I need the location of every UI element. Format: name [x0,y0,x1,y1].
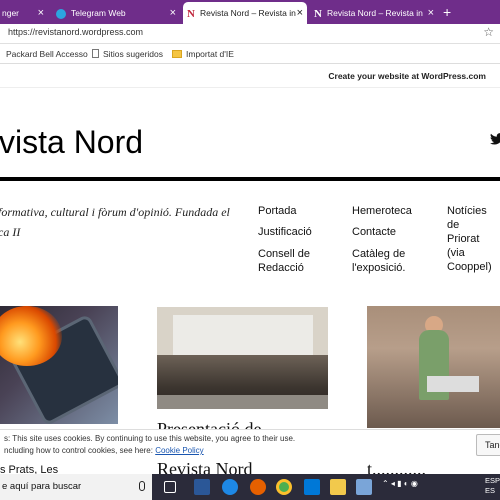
edge-icon[interactable] [222,479,238,495]
close-tab-icon[interactable]: × [170,2,176,24]
bookmarks-bar: Packard Bell Accesso Sitios sugeridos Im… [0,44,500,64]
tab-revista-nord-active[interactable]: N Revista Nord – Revista in × [183,2,307,24]
close-tab-icon[interactable]: × [428,2,434,24]
cookie-policy-link[interactable]: Cookie Policy [155,446,203,455]
star-bookmark-icon[interactable]: ☆ [483,25,494,39]
file-explorer-icon[interactable] [330,479,346,495]
tab-telegram[interactable]: Telegram Web × [52,2,180,24]
word-icon[interactable] [194,479,210,495]
cookie-close-button[interactable]: Tanc [476,434,500,456]
tab-label: Telegram Web [71,8,126,18]
address-url[interactable]: https://revistanord.wordpress.com [8,27,143,37]
menu-noticies[interactable]: Notícies de Priorat (via Cooppel) [447,204,500,274]
task-view-icon[interactable] [164,481,176,493]
tab-label: Revista Nord – Revista in [326,8,423,18]
site-tagline: formativa, cultural i fòrum d'opinió. Fu… [0,205,230,239]
tab-label: nger [2,8,20,18]
bookmark-importat-ie[interactable]: Importat d'IE [172,49,234,59]
taskbar-search-input[interactable]: e aquí para buscar [0,474,152,500]
menu-hemeroteca[interactable]: Hemeroteca [352,204,412,218]
app-icon[interactable] [356,479,372,495]
browser-tab-strip: nger × Telegram Web × N Revista Nord – Re… [0,0,500,24]
menu-justificacio[interactable]: Justificació [258,225,312,239]
tab-revista-nord-2[interactable]: N Revista Nord – Revista in × [310,2,438,24]
revista-nord-icon: N [187,7,195,20]
language-indicator[interactable]: ESP ES [485,476,500,496]
header-divider [0,177,500,181]
menu-cataleg[interactable]: Catàleg de l'exposició. [352,247,405,275]
bookmark-sitios-sugeridos[interactable]: Sitios sugeridos [92,49,163,59]
firefox-icon[interactable] [250,479,266,495]
cookie-text: s: This site uses cookies. By continuing… [4,434,296,443]
post-image-man-desk[interactable] [367,306,500,428]
close-tab-icon[interactable]: × [297,2,303,24]
twitter-icon[interactable] [490,133,500,145]
tray-icons[interactable]: ⌃ ◂ ▮ ◐ ◉ [382,479,418,488]
tab-messenger[interactable]: nger × [0,2,48,24]
wordpress-bar: Create your website at WordPress.com [0,64,500,88]
tab-label: Revista Nord – Revista in [199,8,296,18]
store-icon[interactable] [304,479,320,495]
microphone-icon[interactable] [139,481,145,491]
address-bar[interactable]: https://revistanord.wordpress.com ☆ [0,24,500,44]
folder-icon [172,50,182,58]
cookie-text-2: ncluding how to control cookies, see her… [4,446,204,455]
revista-nord-icon: N [314,7,322,20]
menu-contacte[interactable]: Contacte [352,225,396,239]
site-title[interactable]: vista Nord [0,124,143,161]
menu-portada[interactable]: Portada [258,204,297,218]
create-website-link[interactable]: Create your website at WordPress.com [328,71,486,81]
telegram-icon [56,8,66,19]
bookmark-packard-bell[interactable]: Packard Bell Accesso [6,49,88,59]
menu-consell[interactable]: Consell de Redacció [258,247,310,275]
post-image-group-photo[interactable] [157,307,328,409]
windows-taskbar: e aquí para buscar ⌃ ◂ ▮ ◐ ◉ ESP ES [0,474,500,500]
cookie-notice: s: This site uses cookies. By continuing… [0,429,500,459]
close-tab-icon[interactable]: × [38,2,44,24]
post-image-burning-phone[interactable] [0,306,118,424]
chrome-icon[interactable] [276,479,292,495]
new-tab-button[interactable]: + [443,2,451,22]
page-icon [92,49,99,58]
